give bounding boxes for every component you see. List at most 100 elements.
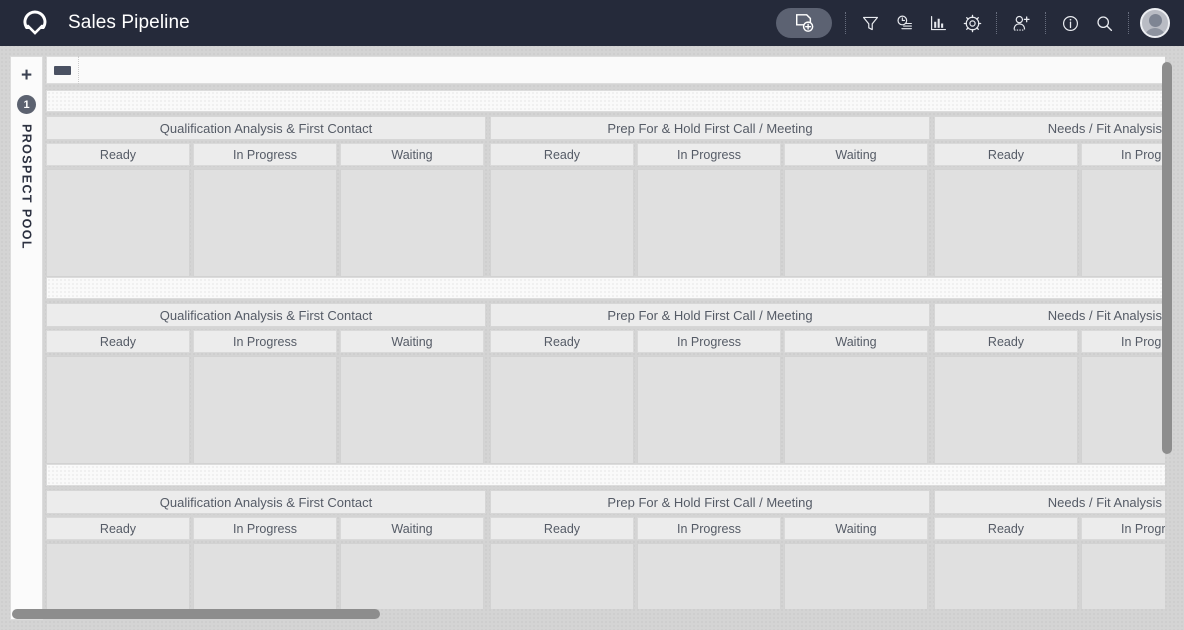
- column-drop-area[interactable]: [340, 169, 484, 277]
- stage-column: Ready: [46, 517, 190, 609]
- stage-group-title[interactable]: Prep For & Hold First Call / Meeting: [490, 303, 930, 327]
- column-drop-area[interactable]: [934, 543, 1078, 609]
- stage-group: Needs / Fit Analysis & Proposal Prep Read…: [934, 303, 1165, 464]
- column-drop-area[interactable]: [340, 356, 484, 464]
- stage-column: Ready: [490, 330, 634, 464]
- stage-group-title[interactable]: Qualification Analysis & First Contact: [46, 116, 486, 140]
- column-drop-area[interactable]: [934, 169, 1078, 277]
- history-button[interactable]: [887, 8, 921, 38]
- swimlane-drop-zone[interactable]: [46, 277, 1165, 299]
- column-header[interactable]: Ready: [934, 330, 1078, 353]
- column-drop-area[interactable]: [1081, 543, 1165, 609]
- stage-group-title[interactable]: Needs / Fit Analysis & Proposal Prep: [934, 303, 1165, 327]
- column-drop-area[interactable]: [1081, 169, 1165, 277]
- column-header[interactable]: Ready: [934, 143, 1078, 166]
- column-header[interactable]: Waiting: [340, 330, 484, 353]
- swimlane-row: Qualification Analysis & First Contact Re…: [46, 90, 1165, 277]
- column-header[interactable]: In Progress: [193, 517, 337, 540]
- page-title: Sales Pipeline: [68, 12, 190, 33]
- stage-column: In Progress: [1081, 517, 1165, 609]
- circle-logo-icon[interactable]: [20, 8, 50, 38]
- stage-column: In Progress: [193, 143, 337, 277]
- search-button[interactable]: [1087, 8, 1121, 38]
- column-drop-area[interactable]: [784, 169, 928, 277]
- toolbar-divider: [1045, 12, 1046, 34]
- column-header[interactable]: In Progress: [193, 330, 337, 353]
- stage-column: Waiting: [784, 517, 928, 609]
- column-header[interactable]: Ready: [46, 330, 190, 353]
- avatar[interactable]: [1140, 8, 1170, 38]
- vertical-scrollbar[interactable]: [1160, 56, 1174, 609]
- column-header[interactable]: In Progress: [637, 517, 781, 540]
- board-viewport: Qualification Analysis & First Contact Re…: [46, 56, 1165, 609]
- column-header[interactable]: Ready: [46, 143, 190, 166]
- column-header[interactable]: Waiting: [784, 143, 928, 166]
- toolbar-divider: [845, 12, 846, 34]
- column-drop-area[interactable]: [637, 543, 781, 609]
- column-container: ReadyIn ProgressWaiting: [46, 517, 486, 609]
- stage-group-title[interactable]: Qualification Analysis & First Contact: [46, 490, 486, 514]
- column-drop-area[interactable]: [490, 169, 634, 277]
- column-drop-area[interactable]: [637, 356, 781, 464]
- column-drop-area[interactable]: [1081, 356, 1165, 464]
- column-drop-area[interactable]: [193, 169, 337, 277]
- reports-button[interactable]: [921, 8, 955, 38]
- group-container: Qualification Analysis & First Contact Re…: [46, 116, 1165, 277]
- stage-group-title[interactable]: Prep For & Hold First Call / Meeting: [490, 116, 930, 140]
- column-drop-area[interactable]: [784, 543, 928, 609]
- column-drop-area[interactable]: [193, 543, 337, 609]
- stage-group: Needs / Fit Analysis & Proposal Prep Read…: [934, 116, 1165, 277]
- swimlane-drop-zone[interactable]: [46, 464, 1165, 486]
- column-drop-area[interactable]: [46, 356, 190, 464]
- filter-button[interactable]: [853, 8, 887, 38]
- column-drop-area[interactable]: [490, 356, 634, 464]
- column-header[interactable]: Waiting: [784, 517, 928, 540]
- vertical-scrollbar-thumb[interactable]: [1162, 62, 1172, 454]
- swimlane-drop-zone[interactable]: [46, 90, 1165, 112]
- column-header[interactable]: In Progress: [637, 330, 781, 353]
- stage-group-title[interactable]: Needs / Fit Analysis & Proposal Prep: [934, 490, 1165, 514]
- settings-button[interactable]: [955, 8, 989, 38]
- column-container: ReadyIn ProgressWaiting: [934, 517, 1165, 609]
- horizontal-scrollbar-thumb[interactable]: [12, 609, 380, 619]
- stage-group-title[interactable]: Needs / Fit Analysis & Proposal Prep: [934, 116, 1165, 140]
- stage-column: Ready: [934, 517, 1078, 609]
- column-header[interactable]: Ready: [934, 517, 1078, 540]
- column-header[interactable]: Ready: [490, 143, 634, 166]
- collapse-all-button[interactable]: [54, 65, 71, 75]
- column-drop-area[interactable]: [46, 543, 190, 609]
- column-header[interactable]: In Progress: [193, 143, 337, 166]
- column-header[interactable]: In Progress: [1081, 517, 1165, 540]
- column-header[interactable]: Ready: [490, 517, 634, 540]
- column-drop-area[interactable]: [934, 356, 1078, 464]
- column-header[interactable]: In Progress: [637, 143, 781, 166]
- column-header[interactable]: Ready: [490, 330, 634, 353]
- stage-group-title[interactable]: Qualification Analysis & First Contact: [46, 303, 486, 327]
- column-container: ReadyIn ProgressWaiting: [934, 143, 1165, 277]
- column-container: ReadyIn ProgressWaiting: [490, 517, 930, 609]
- column-drop-area[interactable]: [490, 543, 634, 609]
- column-header[interactable]: Waiting: [340, 517, 484, 540]
- column-drop-area[interactable]: [46, 169, 190, 277]
- column-drop-area[interactable]: [193, 356, 337, 464]
- info-button[interactable]: [1053, 8, 1087, 38]
- swimlane-row: Qualification Analysis & First Contact Re…: [46, 464, 1165, 609]
- stage-column: Waiting: [784, 143, 928, 277]
- column-drop-area[interactable]: [637, 169, 781, 277]
- stage-group: Qualification Analysis & First Contact Re…: [46, 303, 486, 464]
- column-drop-area[interactable]: [340, 543, 484, 609]
- column-header[interactable]: In Progress: [1081, 330, 1165, 353]
- add-card-button[interactable]: [776, 8, 832, 38]
- add-user-button[interactable]: [1004, 8, 1038, 38]
- column-header[interactable]: In Progress: [1081, 143, 1165, 166]
- stage-group: Qualification Analysis & First Contact Re…: [46, 116, 486, 277]
- horizontal-scrollbar[interactable]: [10, 608, 1165, 620]
- column-drop-area[interactable]: [784, 356, 928, 464]
- column-container: ReadyIn ProgressWaiting: [934, 330, 1165, 464]
- column-header[interactable]: Waiting: [340, 143, 484, 166]
- stage-group-title[interactable]: Prep For & Hold First Call / Meeting: [490, 490, 930, 514]
- stage-group: Prep For & Hold First Call / Meeting Read…: [490, 116, 930, 277]
- column-header[interactable]: Waiting: [784, 330, 928, 353]
- add-swimlane-button[interactable]: +: [16, 65, 38, 87]
- column-header[interactable]: Ready: [46, 517, 190, 540]
